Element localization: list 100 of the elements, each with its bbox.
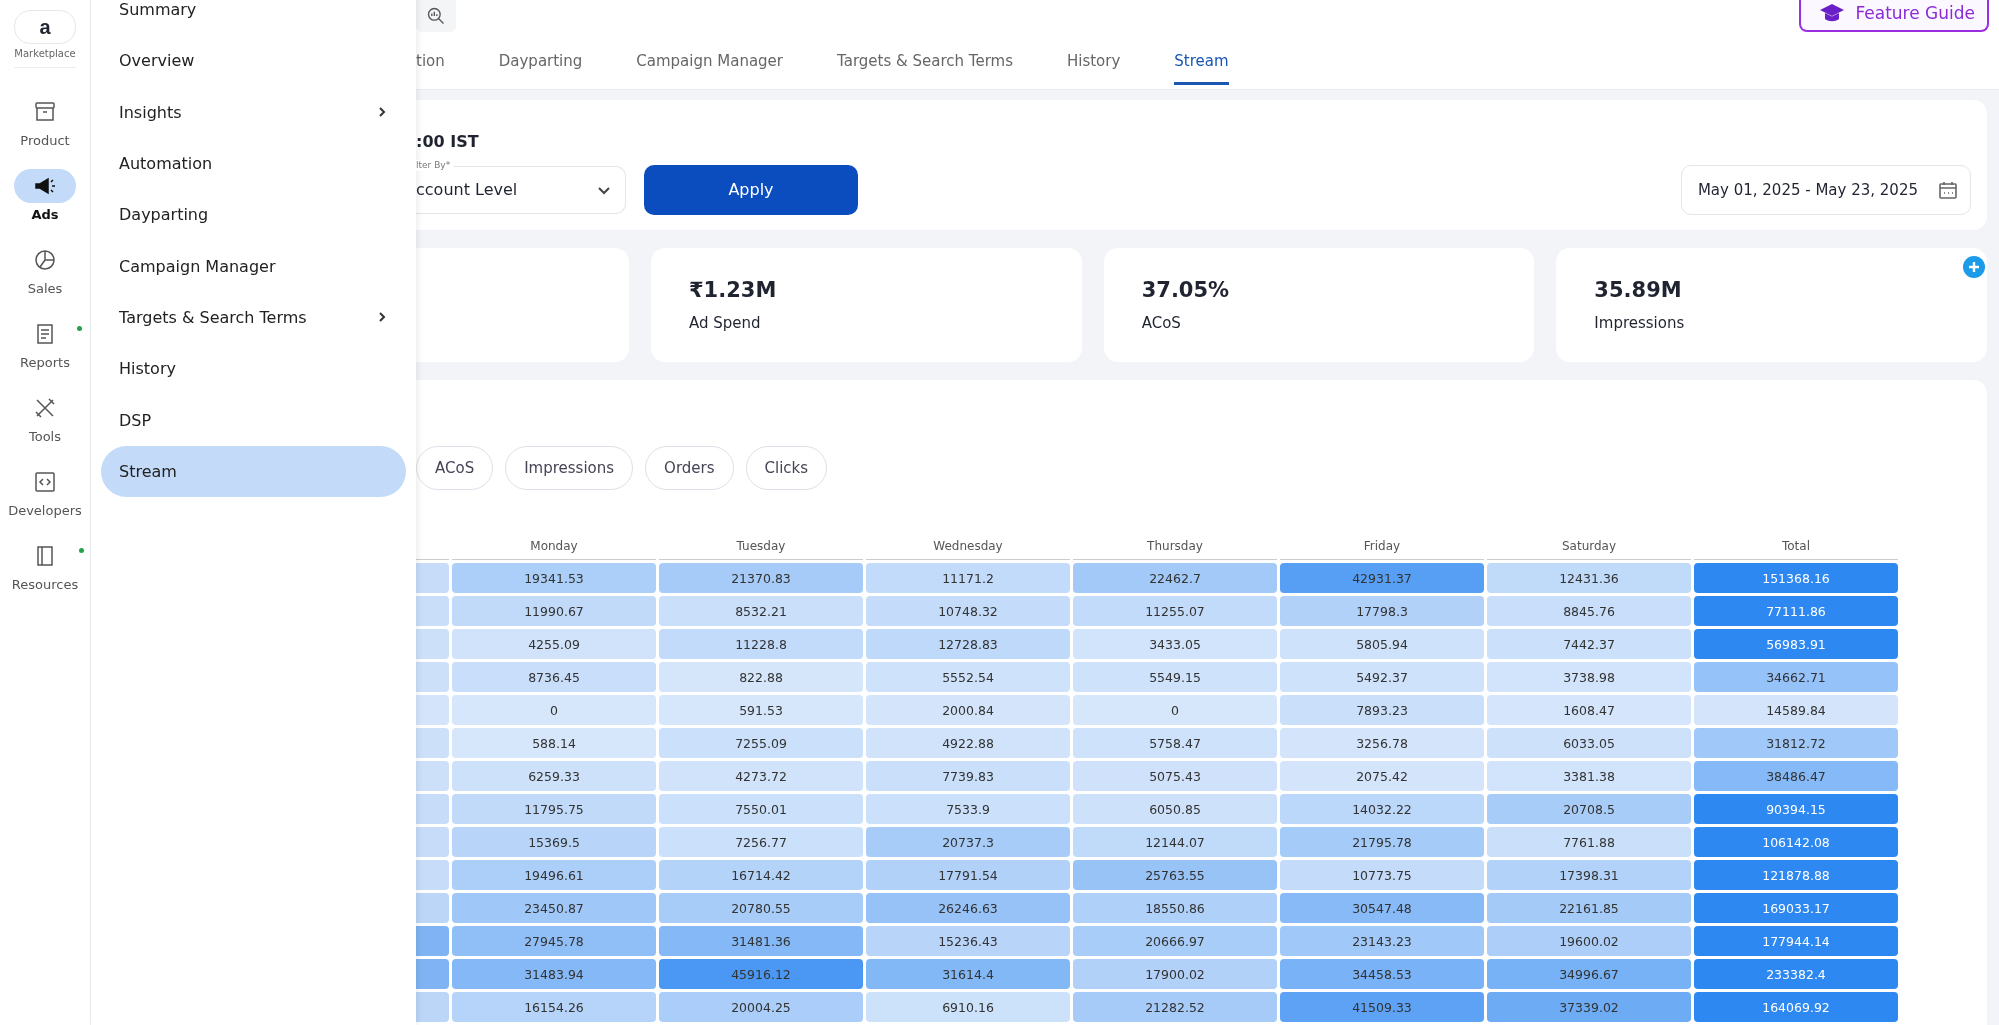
tab[interactable]: History bbox=[1066, 40, 1121, 85]
table-cell: 12144.07 bbox=[1073, 827, 1277, 857]
menu-item[interactable]: History bbox=[101, 343, 406, 395]
search-button[interactable] bbox=[416, 0, 456, 32]
box-icon bbox=[33, 99, 57, 124]
table-cell: 169033.17 bbox=[1694, 893, 1898, 923]
feature-guide-button[interactable]: Feature Guide bbox=[1799, 0, 1989, 32]
table-cell: 31614.4 bbox=[866, 959, 1070, 989]
table-cell: 11795.75 bbox=[452, 794, 656, 824]
metric-label: ACoS bbox=[1141, 313, 1182, 332]
table-cell: 23143.23 bbox=[1280, 926, 1484, 956]
table-cell: 5805.94 bbox=[1280, 629, 1484, 659]
nav-label[interactable]: Reports bbox=[20, 354, 70, 370]
table-cell: 7739.83 bbox=[866, 761, 1070, 791]
table-cell: 7550.01 bbox=[659, 794, 863, 824]
table-cell: 5552.54 bbox=[866, 662, 1070, 692]
table-cell: 10773.75 bbox=[1280, 860, 1484, 890]
table-cell: 17398.31 bbox=[1487, 860, 1691, 890]
menu-item[interactable]: Stream bbox=[101, 445, 406, 497]
date-range-field[interactable]: May 01, 2025 - May 23, 2025 bbox=[1680, 164, 1971, 215]
table-cell: 34996.67 bbox=[1487, 959, 1691, 989]
menu-item[interactable]: DSP bbox=[101, 394, 406, 446]
table-cell: 15236.43 bbox=[866, 926, 1070, 956]
nav-label[interactable]: Sales bbox=[27, 280, 63, 296]
table-cell: 19341.53 bbox=[452, 563, 656, 593]
metric-chip[interactable]: Clicks bbox=[745, 446, 828, 490]
nav-label[interactable]: Developers bbox=[8, 502, 82, 518]
table-cell: 7256.77 bbox=[659, 827, 863, 857]
logo-label: Marketplace bbox=[14, 48, 76, 68]
nav-label[interactable]: Tools bbox=[29, 428, 61, 444]
tab[interactable]: Dayparting bbox=[498, 40, 583, 85]
graduation-cap-icon bbox=[1819, 2, 1846, 24]
table-cell: 2000.84 bbox=[866, 695, 1070, 725]
metric-chip[interactable]: Impressions bbox=[505, 446, 634, 490]
tab[interactable]: Stream bbox=[1174, 40, 1229, 85]
marketplace-logo[interactable]: a bbox=[14, 10, 76, 44]
table-cell: 23450.87 bbox=[452, 893, 656, 923]
menu-item[interactable]: Dayparting bbox=[101, 189, 406, 241]
table-cell: 8532.21 bbox=[659, 596, 863, 626]
tab[interactable]: Campaign Manager bbox=[636, 40, 784, 85]
table-cell: 4922.88 bbox=[866, 728, 1070, 758]
table-cell: 1608.47 bbox=[1487, 695, 1691, 725]
table-cell: 20780.55 bbox=[659, 893, 863, 923]
pie-chart-icon bbox=[33, 247, 57, 272]
table-cell: 591.53 bbox=[659, 695, 863, 725]
table-cell: 16714.42 bbox=[659, 860, 863, 890]
table-cell: 19600.02 bbox=[1487, 926, 1691, 956]
nav-label[interactable]: Ads bbox=[31, 206, 59, 222]
table-cell: 90394.15 bbox=[1694, 794, 1898, 824]
table-cell: 41509.33 bbox=[1280, 992, 1484, 1022]
table-cell: 0 bbox=[452, 695, 656, 725]
menu-item[interactable]: Overview bbox=[101, 35, 406, 87]
table-cell: 17791.54 bbox=[866, 860, 1070, 890]
table-cell: 16154.26 bbox=[452, 992, 656, 1022]
nav-label[interactable]: Resources bbox=[11, 576, 79, 592]
menu-item[interactable]: Targets & Search Terms bbox=[101, 291, 406, 344]
field-label: lter By* bbox=[416, 159, 455, 171]
table-cell: 21282.52 bbox=[1073, 992, 1277, 1022]
table-cell: 5758.47 bbox=[1073, 728, 1277, 758]
table-cell: 31483.94 bbox=[452, 959, 656, 989]
nav-icon-button[interactable] bbox=[14, 168, 76, 203]
apply-button[interactable]: Apply bbox=[644, 164, 858, 215]
table-cell: 10748.32 bbox=[866, 596, 1070, 626]
tab[interactable]: Targets & Search Terms bbox=[837, 40, 1013, 85]
column-header: Tuesday bbox=[659, 533, 863, 560]
menu-item[interactable]: Automation bbox=[101, 137, 406, 190]
tools-icon bbox=[33, 395, 57, 420]
menu-item[interactable]: Campaign Manager bbox=[101, 240, 406, 292]
column-header: Total bbox=[1694, 533, 1898, 560]
table-cell: 14032.22 bbox=[1280, 794, 1484, 824]
table-cell: 164069.92 bbox=[1694, 992, 1898, 1022]
table-cell: 21370.83 bbox=[659, 563, 863, 593]
table-cell: 3381.38 bbox=[1487, 761, 1691, 791]
table-cell: 4273.72 bbox=[659, 761, 863, 791]
menu-item[interactable]: Insights bbox=[101, 86, 406, 138]
metric-chip[interactable]: Orders bbox=[645, 446, 734, 490]
calendar-icon bbox=[1938, 179, 1958, 200]
code-icon bbox=[33, 469, 57, 494]
table-cell: 151368.16 bbox=[1694, 563, 1898, 593]
table-cell: 31812.72 bbox=[1694, 728, 1898, 758]
metric-value: ₹1.23M bbox=[689, 277, 778, 302]
add-icon[interactable] bbox=[1963, 255, 1985, 278]
table-cell: 37339.02 bbox=[1487, 992, 1691, 1022]
table-cell: 2075.42 bbox=[1280, 761, 1484, 791]
search-icon bbox=[426, 6, 446, 26]
table-cell: 30547.48 bbox=[1280, 893, 1484, 923]
table-cell: 20708.5 bbox=[1487, 794, 1691, 824]
table-cell: 12728.83 bbox=[866, 629, 1070, 659]
table-cell: 14589.84 bbox=[1694, 695, 1898, 725]
table-cell: 8736.45 bbox=[452, 662, 656, 692]
table-cell: 4255.09 bbox=[452, 629, 656, 659]
table-cell: 0 bbox=[1073, 695, 1277, 725]
table-cell: 233382.4 bbox=[1694, 959, 1898, 989]
menu-item[interactable]: Summary bbox=[101, 0, 406, 36]
table-cell: 3433.05 bbox=[1073, 629, 1277, 659]
nav-label[interactable]: Product bbox=[20, 132, 70, 148]
tab[interactable]: tion bbox=[416, 40, 445, 85]
metric-chip[interactable]: ACoS bbox=[416, 446, 494, 490]
table-cell: 6050.85 bbox=[1073, 794, 1277, 824]
table-cell: 26246.63 bbox=[866, 893, 1070, 923]
